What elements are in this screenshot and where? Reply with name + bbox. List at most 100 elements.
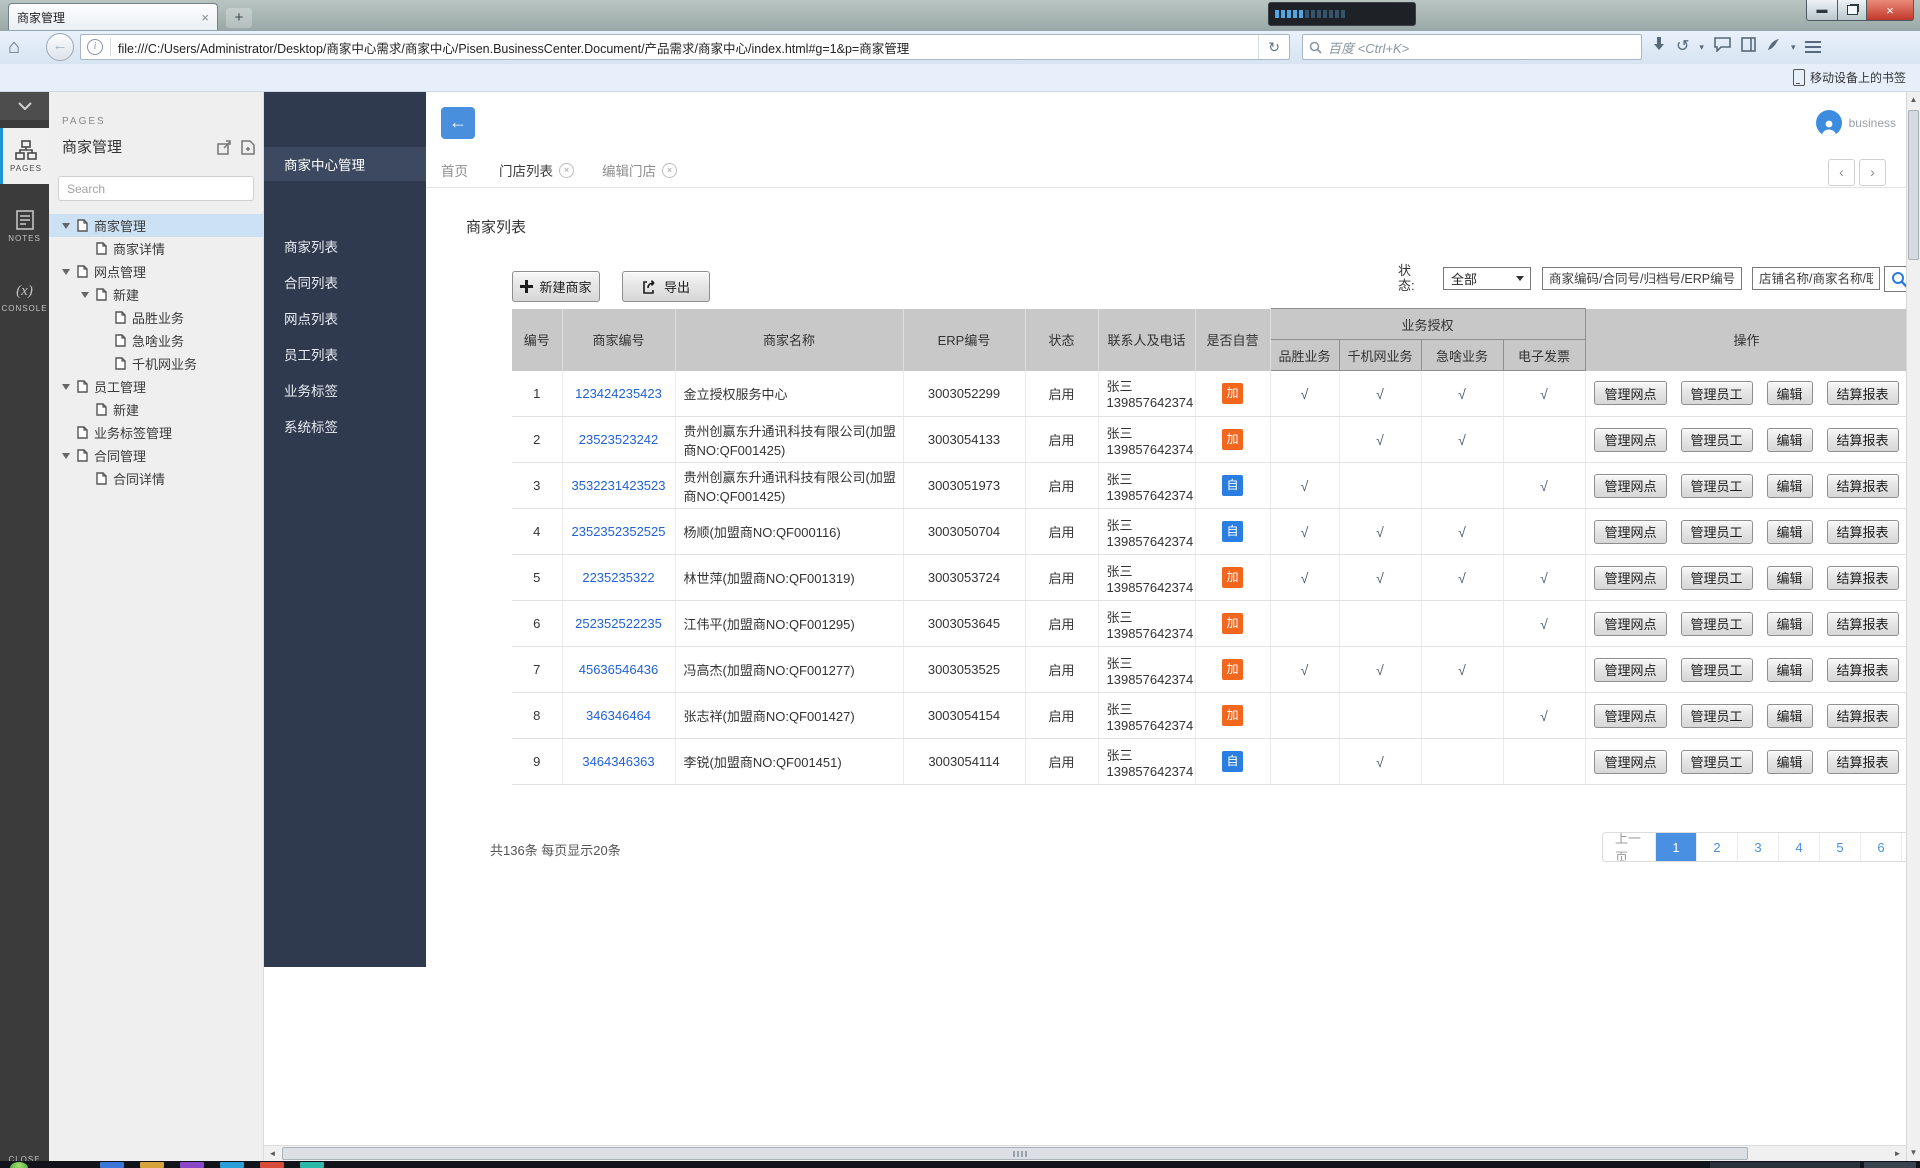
browser-search-box[interactable]: 百度 <Ctrl+K> [1302, 34, 1642, 60]
system-tray[interactable] [1710, 1162, 1860, 1168]
nav-item-系统标签[interactable]: 系统标签 [264, 408, 426, 444]
merchant-no-link[interactable]: 346346464 [586, 708, 651, 723]
tree-item-合同管理[interactable]: 合同管理 [49, 444, 264, 467]
nav-item-合同列表[interactable]: 合同列表 [264, 264, 426, 300]
sidebar-icon[interactable] [1741, 37, 1756, 58]
tree-item-业务标签管理[interactable]: 业务标签管理 [49, 421, 264, 444]
nav-item-业务标签[interactable]: 业务标签 [264, 372, 426, 408]
merchant-no-link[interactable]: 252352522235 [575, 616, 662, 631]
merchant-no-link[interactable]: 123424235423 [575, 386, 662, 401]
merchant-no-link[interactable]: 3464346363 [582, 754, 654, 769]
pagination-page-6[interactable]: 6 [1861, 833, 1902, 861]
tab-scroll-right-button[interactable]: › [1859, 159, 1886, 186]
scroll-left-arrow-icon[interactable]: ◄ [264, 1147, 281, 1161]
sidebar-item-console[interactable]: (x) CONSOLE [0, 270, 49, 326]
tree-item-千机网业务[interactable]: 千机网业务 [49, 352, 264, 375]
action-button-编辑[interactable]: 编辑 [1767, 704, 1813, 728]
pages-search-input[interactable] [58, 176, 254, 201]
horizontal-scroll-thumb[interactable] [282, 1147, 1748, 1160]
tree-item-员工管理[interactable]: 员工管理 [49, 375, 264, 398]
start-button[interactable] [10, 1162, 28, 1168]
pagination-page-1[interactable]: 1 [1656, 833, 1697, 861]
action-button-结算报表[interactable]: 结算报表 [1827, 658, 1899, 682]
tree-item-商家详情[interactable]: 商家详情 [49, 237, 264, 260]
action-button-管理员工[interactable]: 管理员工 [1681, 566, 1753, 590]
address-bar[interactable]: i file:///C:/Users/Administrator/Desktop… [80, 34, 1290, 60]
restore-button[interactable] [1838, 0, 1867, 21]
taskbar-icon[interactable] [100, 1162, 124, 1168]
action-button-管理网点[interactable]: 管理网点 [1594, 474, 1666, 498]
expand-arrow-icon[interactable] [62, 384, 70, 390]
taskbar-icon[interactable] [260, 1162, 284, 1168]
action-button-管理网点[interactable]: 管理网点 [1594, 381, 1666, 405]
action-button-管理员工[interactable]: 管理员工 [1681, 704, 1753, 728]
merchant-no-link[interactable]: 23523523242 [579, 432, 659, 447]
pagination-page-2[interactable]: 2 [1697, 833, 1738, 861]
new-merchant-button[interactable]: 新建商家 [512, 271, 600, 302]
url-text[interactable]: file:///C:/Users/Administrator/Desktop/商… [118, 38, 1258, 57]
action-button-管理员工[interactable]: 管理员工 [1681, 520, 1753, 544]
action-button-管理员工[interactable]: 管理员工 [1681, 612, 1753, 636]
expand-arrow-icon[interactable] [81, 292, 89, 298]
action-button-结算报表[interactable]: 结算报表 [1827, 428, 1899, 452]
action-button-编辑[interactable]: 编辑 [1767, 428, 1813, 452]
action-button-结算报表[interactable]: 结算报表 [1827, 750, 1899, 774]
merchant-no-link[interactable]: 3532231423523 [572, 478, 666, 493]
scroll-right-arrow-icon[interactable]: ► [1889, 1147, 1906, 1161]
taskbar-icon[interactable] [180, 1162, 204, 1168]
home-icon[interactable]: ⌂ [8, 36, 20, 58]
info-icon[interactable]: i [87, 39, 103, 55]
horizontal-scrollbar[interactable]: ◄ ► [264, 1145, 1906, 1161]
taskbar-icon[interactable] [220, 1162, 244, 1168]
action-button-结算报表[interactable]: 结算报表 [1827, 704, 1899, 728]
expand-arrow-icon[interactable] [62, 269, 70, 275]
action-button-编辑[interactable]: 编辑 [1767, 566, 1813, 590]
tree-item-新建[interactable]: 新建 [49, 283, 264, 306]
nav-item-商家列表[interactable]: 商家列表 [264, 228, 426, 264]
vertical-scrollbar[interactable]: ▲ ▼ [1906, 92, 1920, 1161]
tree-item-网点管理[interactable]: 网点管理 [49, 260, 264, 283]
minimize-button[interactable]: ▬ [1806, 0, 1838, 21]
pagination-page-5[interactable]: 5 [1820, 833, 1861, 861]
sidebar-item-notes[interactable]: NOTES [0, 198, 49, 254]
action-button-编辑[interactable]: 编辑 [1767, 520, 1813, 544]
tree-item-新建[interactable]: 新建 [49, 398, 264, 421]
store-name-search-input[interactable] [1752, 267, 1880, 290]
action-button-结算报表[interactable]: 结算报表 [1827, 474, 1899, 498]
export-button[interactable]: 导出 [622, 271, 710, 302]
action-button-编辑[interactable]: 编辑 [1767, 658, 1813, 682]
pagination-page-3[interactable]: 3 [1738, 833, 1779, 861]
expand-arrow-icon[interactable] [62, 453, 70, 459]
merchant-code-search-input[interactable] [1542, 267, 1742, 290]
taskbar-clock[interactable] [1864, 1162, 1916, 1168]
action-button-管理网点[interactable]: 管理网点 [1594, 612, 1666, 636]
action-button-结算报表[interactable]: 结算报表 [1827, 381, 1899, 405]
browser-tab[interactable]: 商家管理 × [8, 3, 218, 30]
action-button-管理员工[interactable]: 管理员工 [1681, 381, 1753, 405]
action-button-结算报表[interactable]: 结算报表 [1827, 520, 1899, 544]
action-button-管理网点[interactable]: 管理网点 [1594, 750, 1666, 774]
action-button-编辑[interactable]: 编辑 [1767, 381, 1813, 405]
action-button-结算报表[interactable]: 结算报表 [1827, 566, 1899, 590]
sync-icon[interactable]: ↺ [1676, 37, 1689, 57]
scroll-up-arrow-icon[interactable]: ▲ [1907, 92, 1920, 108]
tab-close-icon[interactable]: × [662, 163, 677, 178]
nav-item-网点列表[interactable]: 网点列表 [264, 300, 426, 336]
reload-icon[interactable]: ↻ [1258, 35, 1289, 59]
tab-close-icon[interactable]: × [559, 163, 574, 178]
tab-scroll-left-button[interactable]: ‹ [1828, 159, 1855, 186]
merchant-no-link[interactable]: 2235235322 [582, 570, 654, 585]
merchant-no-link[interactable]: 45636546436 [579, 662, 659, 677]
open-external-icon[interactable] [217, 140, 232, 160]
collapse-chevron-button[interactable] [0, 92, 49, 120]
quill-icon[interactable] [1766, 37, 1781, 58]
action-button-结算报表[interactable]: 结算报表 [1827, 612, 1899, 636]
app-tab-编辑门店[interactable]: 编辑门店× [602, 160, 677, 180]
action-button-管理网点[interactable]: 管理网点 [1594, 658, 1666, 682]
expand-arrow-icon[interactable] [62, 223, 70, 229]
tree-item-合同详情[interactable]: 合同详情 [49, 467, 264, 490]
bookmark-mobile-devices[interactable]: 移动设备上的书签 [1793, 69, 1906, 86]
back-button[interactable]: ← [441, 107, 475, 139]
merchant-no-link[interactable]: 2352352352525 [572, 524, 666, 539]
action-button-管理员工[interactable]: 管理员工 [1681, 428, 1753, 452]
